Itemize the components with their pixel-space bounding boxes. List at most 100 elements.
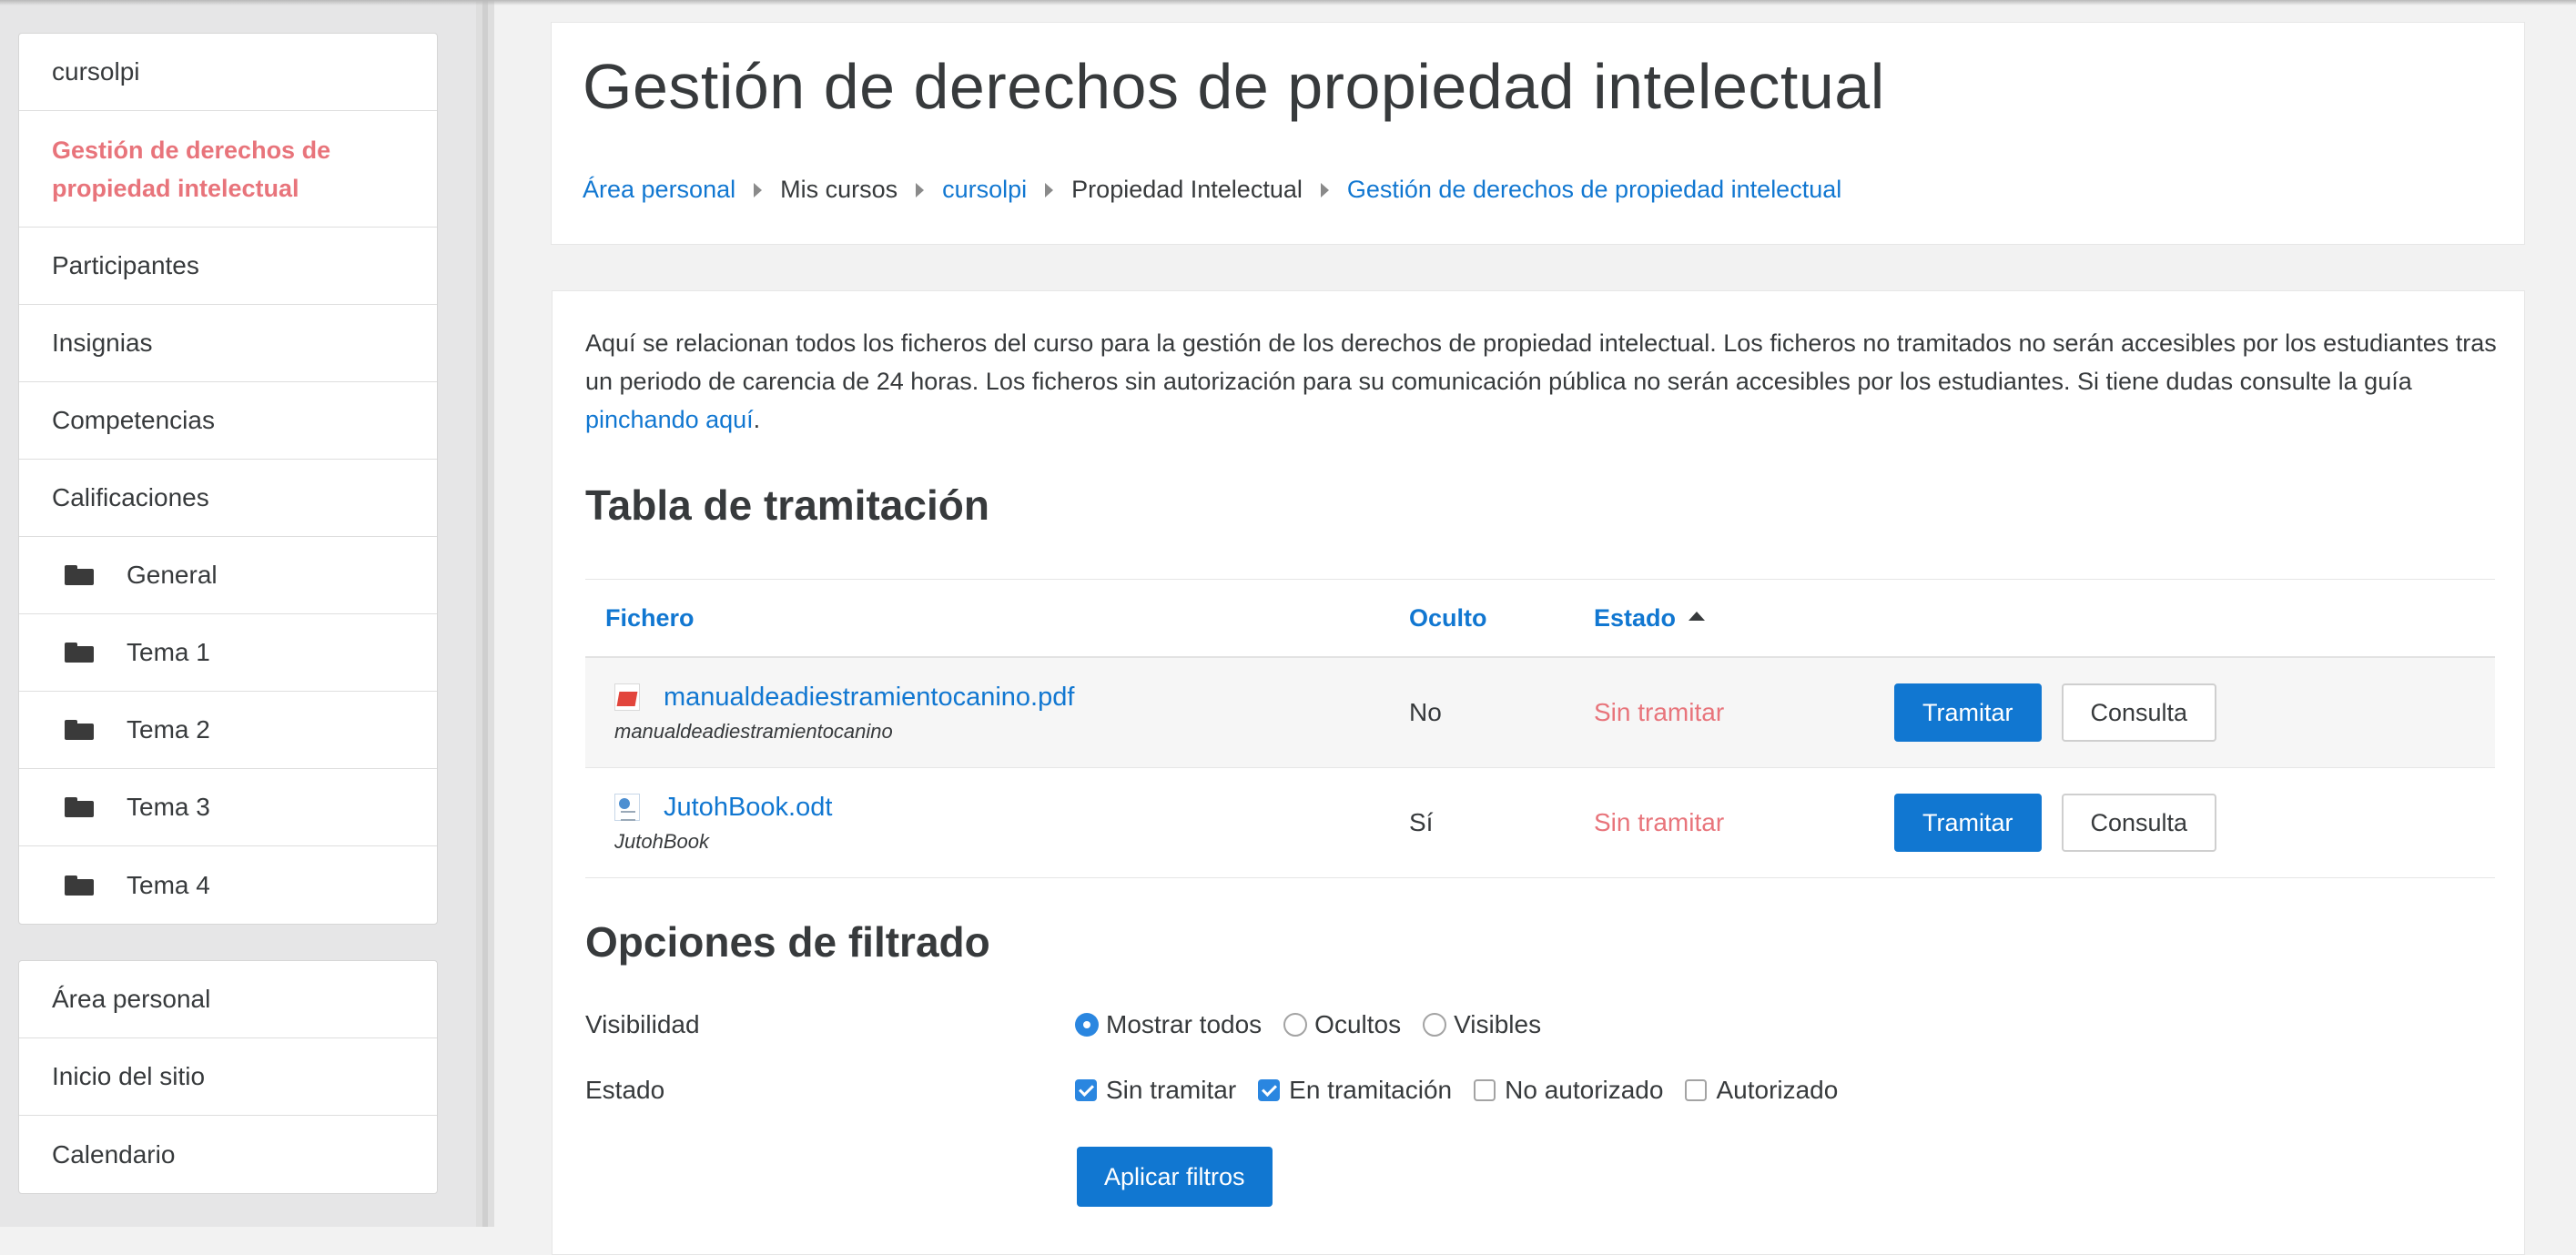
sidebar-item-ip-management[interactable]: Gestión de derechos de propiedad intelec… <box>19 111 437 228</box>
intro-end: . <box>753 406 761 433</box>
intro-paragraph: Aquí se relacionan todos los ficheros de… <box>585 324 2497 439</box>
file-link[interactable]: JutohBook.odt <box>664 793 832 823</box>
breadcrumb-separator-icon <box>916 182 925 197</box>
folder-icon <box>65 565 94 585</box>
apply-filters-button[interactable]: Aplicar filtros <box>1077 1147 1273 1207</box>
breadcrumb-ip-management[interactable]: Gestión de derechos de propiedad intelec… <box>1347 176 1841 204</box>
query-button[interactable]: Consulta <box>2061 794 2217 852</box>
breadcrumb: Área personal Mis cursos cursolpi Propie… <box>583 176 1841 204</box>
file-line: JutohBook.odt <box>614 793 1409 823</box>
sidebar-item-dashboard[interactable]: Área personal <box>19 961 437 1038</box>
odt-file-icon <box>614 794 640 821</box>
sidebar-item-label: Gestión de derechos de propiedad intelec… <box>52 136 331 202</box>
file-link[interactable]: manualdeadiestramientocanino.pdf <box>664 683 1074 713</box>
hidden-cell: No <box>1409 698 1442 726</box>
folder-icon <box>65 643 94 663</box>
table-header-row: Fichero Oculto Estado <box>585 579 2495 658</box>
file-description: manualdeadiestramientocanino <box>614 719 893 743</box>
checkbox-label: No autorizado <box>1505 1076 1664 1104</box>
state-cell: Sin tramitar <box>1594 698 1725 726</box>
processing-table: Fichero Oculto Estado manualdeadiestrami… <box>585 579 2495 878</box>
sort-ascending-icon <box>1689 612 1706 621</box>
sidebar-scrollbar[interactable] <box>482 0 488 1227</box>
sidebar-item-calendar[interactable]: Calendario <box>19 1116 437 1193</box>
process-button[interactable]: Tramitar <box>1894 794 2042 852</box>
sidebar-item-grades[interactable]: Calificaciones <box>19 460 437 537</box>
sidebar-item-label: Tema 1 <box>127 638 210 666</box>
visibility-label: Visibilidad <box>585 1010 700 1038</box>
checkbox[interactable] <box>1075 1079 1097 1101</box>
breadcrumb-separator-icon <box>1045 182 1054 197</box>
sidebar-item-badges[interactable]: Insignias <box>19 305 437 382</box>
file-cell: JutohBook.odt JutohBook <box>585 793 1409 854</box>
radio-visible[interactable]: Visibles <box>1423 1010 1554 1039</box>
radio-button[interactable] <box>1423 1013 1447 1037</box>
radio-label: Visibles <box>1454 1010 1542 1038</box>
process-button[interactable]: Tramitar <box>1894 683 2042 742</box>
sidebar-item-label: Participantes <box>52 251 199 279</box>
sidebar-item-label: Área personal <box>52 985 211 1013</box>
guide-link[interactable]: pinchando aquí <box>585 406 754 433</box>
actions-cell: Tramitar Consulta <box>1885 794 2495 852</box>
state-label: Estado <box>585 1076 665 1104</box>
checkbox[interactable] <box>1685 1079 1708 1101</box>
breadcrumb-dashboard[interactable]: Área personal <box>583 176 735 204</box>
column-header-file[interactable]: Fichero <box>585 604 1409 633</box>
radio-button[interactable] <box>1283 1013 1308 1037</box>
sidebar-item-course[interactable]: cursolpi <box>19 34 437 111</box>
file-cell: manualdeadiestramientocanino.pdf manuald… <box>585 683 1409 744</box>
radio-label: Mostrar todos <box>1106 1010 1263 1038</box>
intro-text: Aquí se relacionan todos los ficheros de… <box>585 329 2497 395</box>
sidebar-item-label: General <box>127 561 218 589</box>
checkbox-authorized[interactable]: Autorizado <box>1685 1076 1851 1105</box>
sidebar-item-tema-1[interactable]: Tema 1 <box>19 614 437 692</box>
sidebar-item-tema-2[interactable]: Tema 2 <box>19 692 437 769</box>
checkbox-in-process[interactable]: En tramitación <box>1258 1076 1465 1105</box>
checkbox-label: Autorizado <box>1716 1076 1839 1104</box>
sidebar-item-site-home[interactable]: Inicio del sitio <box>19 1038 437 1116</box>
sidebar-item-general[interactable]: General <box>19 537 437 614</box>
table-row: JutohBook.odt JutohBook Sí Sin tramitar … <box>585 768 2495 878</box>
page-title: Gestión de derechos de propiedad intelec… <box>583 51 1885 122</box>
file-line: manualdeadiestramientocanino.pdf <box>614 683 1409 713</box>
pdf-file-icon <box>614 683 640 711</box>
sidebar: cursolpi Gestión de derechos de propieda… <box>0 0 482 1227</box>
sidebar-item-label: cursolpi <box>52 57 140 86</box>
checkbox-label: Sin tramitar <box>1106 1076 1237 1104</box>
column-header-state-label: Estado <box>1594 603 1677 632</box>
sidebar-item-tema-4[interactable]: Tema 4 <box>19 846 437 924</box>
sidebar-item-label: Inicio del sitio <box>52 1062 206 1090</box>
sidebar-item-label: Tema 3 <box>127 793 210 821</box>
sidebar-item-label: Tema 2 <box>127 715 210 744</box>
state-cell: Sin tramitar <box>1594 808 1725 836</box>
checkbox[interactable] <box>1474 1079 1496 1101</box>
state-filter: Estado Sin tramitar En tramitación No au… <box>585 1076 1860 1105</box>
checkbox[interactable] <box>1258 1079 1281 1101</box>
site-nav-block: Área personal Inicio del sitio Calendari… <box>18 960 438 1194</box>
column-header-hidden[interactable]: Oculto <box>1409 604 1594 633</box>
sidebar-item-label: Competencias <box>52 406 215 434</box>
column-header-state[interactable]: Estado <box>1594 604 1885 633</box>
main-content: Aquí se relacionan todos los ficheros de… <box>552 290 2525 1255</box>
filter-section-title: Opciones de filtrado <box>585 918 990 966</box>
table-section-title: Tabla de tramitación <box>585 481 989 529</box>
checkbox-not-authorized[interactable]: No autorizado <box>1474 1076 1676 1105</box>
checkbox-label: En tramitación <box>1289 1076 1453 1104</box>
radio-hidden[interactable]: Ocultos <box>1283 1010 1414 1039</box>
top-shadow <box>0 0 2576 5</box>
sidebar-item-competencies[interactable]: Competencias <box>19 382 437 460</box>
table-row: manualdeadiestramientocanino.pdf manuald… <box>585 658 2495 768</box>
sidebar-item-tema-3[interactable]: Tema 3 <box>19 769 437 846</box>
breadcrumb-ip: Propiedad Intelectual <box>1071 176 1303 203</box>
sidebar-item-participants[interactable]: Participantes <box>19 228 437 305</box>
breadcrumb-course[interactable]: cursolpi <box>942 176 1027 204</box>
hidden-cell: Sí <box>1409 808 1434 836</box>
file-description: JutohBook <box>614 829 709 853</box>
radio-button[interactable] <box>1075 1013 1099 1037</box>
sidebar-item-label: Calendario <box>52 1139 176 1169</box>
radio-label: Ocultos <box>1314 1010 1402 1038</box>
checkbox-unprocessed[interactable]: Sin tramitar <box>1075 1076 1249 1105</box>
query-button[interactable]: Consulta <box>2061 683 2217 742</box>
course-nav-block: cursolpi Gestión de derechos de propieda… <box>18 33 438 925</box>
radio-show-all[interactable]: Mostrar todos <box>1075 1010 1274 1039</box>
